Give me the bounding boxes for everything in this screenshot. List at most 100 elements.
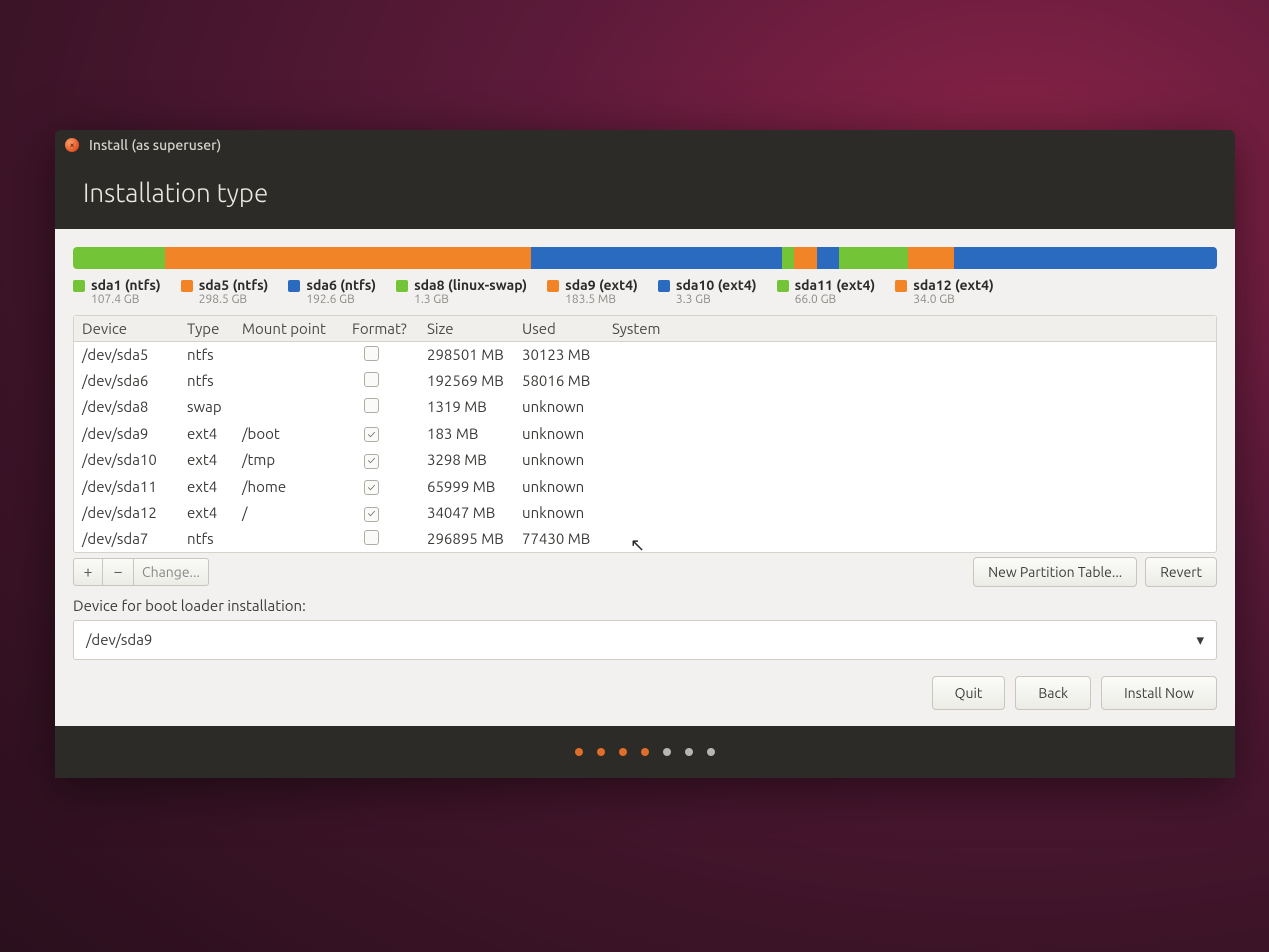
progress-dot xyxy=(685,748,693,756)
cell-used: unknown xyxy=(522,451,612,468)
cell-type: ext4 xyxy=(187,451,242,468)
cell-device: /dev/sda11 xyxy=(82,478,187,495)
cell-type: ntfs xyxy=(187,530,242,547)
table-header: Device Type Mount point Format? Size Use… xyxy=(74,316,1216,342)
new-partition-table-button[interactable]: New Partition Table... xyxy=(973,557,1137,587)
table-row[interactable]: /dev/sda12ext4/✓34047 MBunknown xyxy=(74,499,1216,526)
format-checkbox[interactable]: ✓ xyxy=(364,454,379,469)
cell-size: 3298 MB xyxy=(427,451,522,468)
disk-segment[interactable] xyxy=(165,247,531,269)
col-system[interactable]: System xyxy=(612,320,1208,337)
col-type[interactable]: Type xyxy=(187,320,242,337)
legend-item[interactable]: sda9 (ext4)183.5 MB xyxy=(547,277,638,307)
cell-size: 1319 MB xyxy=(427,398,522,415)
content-area: sda1 (ntfs)107.4 GB sda5 (ntfs)298.5 GB sd… xyxy=(55,229,1235,726)
col-size[interactable]: Size xyxy=(427,320,522,337)
disk-segment[interactable] xyxy=(73,247,165,269)
legend-size: 1.3 GB xyxy=(414,293,527,307)
legend-size: 107.4 GB xyxy=(91,293,161,307)
disk-segment[interactable] xyxy=(794,247,817,269)
cell-format: ✓ xyxy=(352,503,427,522)
legend-item[interactable]: sda1 (ntfs)107.4 GB xyxy=(73,277,161,307)
table-row[interactable]: /dev/sda8swap1319 MBunknown xyxy=(74,394,1216,420)
back-button[interactable]: Back xyxy=(1015,676,1091,710)
format-checkbox[interactable]: ✓ xyxy=(364,480,379,495)
col-device[interactable]: Device xyxy=(82,320,187,337)
cell-used: 77430 MB xyxy=(522,530,612,547)
col-mount[interactable]: Mount point xyxy=(242,320,352,337)
disk-usage-bar xyxy=(73,247,1217,269)
cell-device: /dev/sda10 xyxy=(82,451,187,468)
add-partition-button[interactable]: + xyxy=(73,558,103,586)
cell-type: swap xyxy=(187,398,242,415)
quit-button[interactable]: Quit xyxy=(932,676,1006,710)
legend-size: 192.6 GB xyxy=(306,293,376,307)
disk-segment[interactable] xyxy=(954,247,1217,269)
disk-segment[interactable] xyxy=(782,247,793,269)
close-icon[interactable]: × xyxy=(65,138,79,152)
table-row[interactable]: /dev/sda9ext4/boot✓183 MBunknown xyxy=(74,420,1216,447)
disk-segment[interactable] xyxy=(531,247,783,269)
legend-label: sda1 (ntfs) xyxy=(91,277,161,293)
legend-swatch xyxy=(777,280,789,292)
legend-swatch xyxy=(658,280,670,292)
cell-used: 30123 MB xyxy=(522,346,612,363)
progress-dot xyxy=(597,748,605,756)
cell-mount: /boot xyxy=(242,425,352,442)
cell-format xyxy=(352,346,427,364)
format-checkbox[interactable] xyxy=(364,398,379,413)
legend-item[interactable]: sda5 (ntfs)298.5 GB xyxy=(181,277,269,307)
footer-buttons: Quit Back Install Now xyxy=(73,660,1217,714)
legend-item[interactable]: sda10 (ext4)3.3 GB xyxy=(658,277,757,307)
table-row[interactable]: /dev/sda10ext4/tmp✓3298 MBunknown xyxy=(74,446,1216,473)
legend-item[interactable]: sda8 (linux-swap)1.3 GB xyxy=(396,277,527,307)
table-row[interactable]: /dev/sda5ntfs298501 MB30123 MB xyxy=(74,342,1216,368)
legend-size: 183.5 MB xyxy=(565,293,638,307)
col-used[interactable]: Used xyxy=(522,320,612,337)
progress-dot xyxy=(575,748,583,756)
cell-device: /dev/sda5 xyxy=(82,346,187,363)
partition-legend: sda1 (ntfs)107.4 GB sda5 (ntfs)298.5 GB sd… xyxy=(73,277,1217,307)
disk-segment[interactable] xyxy=(839,247,908,269)
disk-segment[interactable] xyxy=(908,247,954,269)
disk-segment[interactable] xyxy=(817,247,840,269)
format-checkbox[interactable] xyxy=(364,530,379,545)
legend-swatch xyxy=(547,280,559,292)
col-format[interactable]: Format? xyxy=(352,320,427,337)
partition-toolbar: + − Change... New Partition Table... Rev… xyxy=(73,557,1217,587)
partition-table[interactable]: Device Type Mount point Format? Size Use… xyxy=(73,315,1217,553)
cell-format: ✓ xyxy=(352,477,427,496)
legend-item[interactable]: sda6 (ntfs)192.6 GB xyxy=(288,277,376,307)
legend-swatch xyxy=(288,280,300,292)
legend-swatch xyxy=(181,280,193,292)
table-row[interactable]: /dev/sda11ext4/home✓65999 MBunknown xyxy=(74,473,1216,500)
install-now-button[interactable]: Install Now xyxy=(1101,676,1217,710)
remove-partition-button[interactable]: − xyxy=(103,558,133,586)
table-row[interactable]: /dev/sda6ntfs192569 MB58016 MB xyxy=(74,368,1216,394)
format-checkbox[interactable] xyxy=(364,372,379,387)
revert-button[interactable]: Revert xyxy=(1145,557,1217,587)
cell-mount: / xyxy=(242,504,352,521)
legend-item[interactable]: sda12 (ext4)34.0 GB xyxy=(895,277,994,307)
cell-size: 183 MB xyxy=(427,425,522,442)
change-partition-button[interactable]: Change... xyxy=(133,558,209,586)
boot-loader-combobox[interactable]: /dev/sda9 ▾ xyxy=(73,620,1217,660)
format-checkbox[interactable] xyxy=(364,346,379,361)
cell-format: ✓ xyxy=(352,424,427,443)
legend-item[interactable]: sda11 (ext4)66.0 GB xyxy=(777,277,876,307)
table-row[interactable]: /dev/sda7ntfs296895 MB77430 MB xyxy=(74,526,1216,552)
legend-size: 298.5 GB xyxy=(199,293,269,307)
cell-format xyxy=(352,372,427,390)
legend-label: sda11 (ext4) xyxy=(795,277,876,293)
format-checkbox[interactable]: ✓ xyxy=(364,427,379,442)
cell-used: 58016 MB xyxy=(522,372,612,389)
title-bar[interactable]: × Install (as superuser) xyxy=(55,130,1235,160)
cell-used: unknown xyxy=(522,504,612,521)
page-title: Installation type xyxy=(55,160,1235,229)
format-checkbox[interactable]: ✓ xyxy=(364,507,379,522)
progress-dot xyxy=(619,748,627,756)
cell-device: /dev/sda6 xyxy=(82,372,187,389)
installer-window: × Install (as superuser) Installation ty… xyxy=(55,130,1235,778)
chevron-down-icon: ▾ xyxy=(1196,631,1204,649)
cell-size: 192569 MB xyxy=(427,372,522,389)
